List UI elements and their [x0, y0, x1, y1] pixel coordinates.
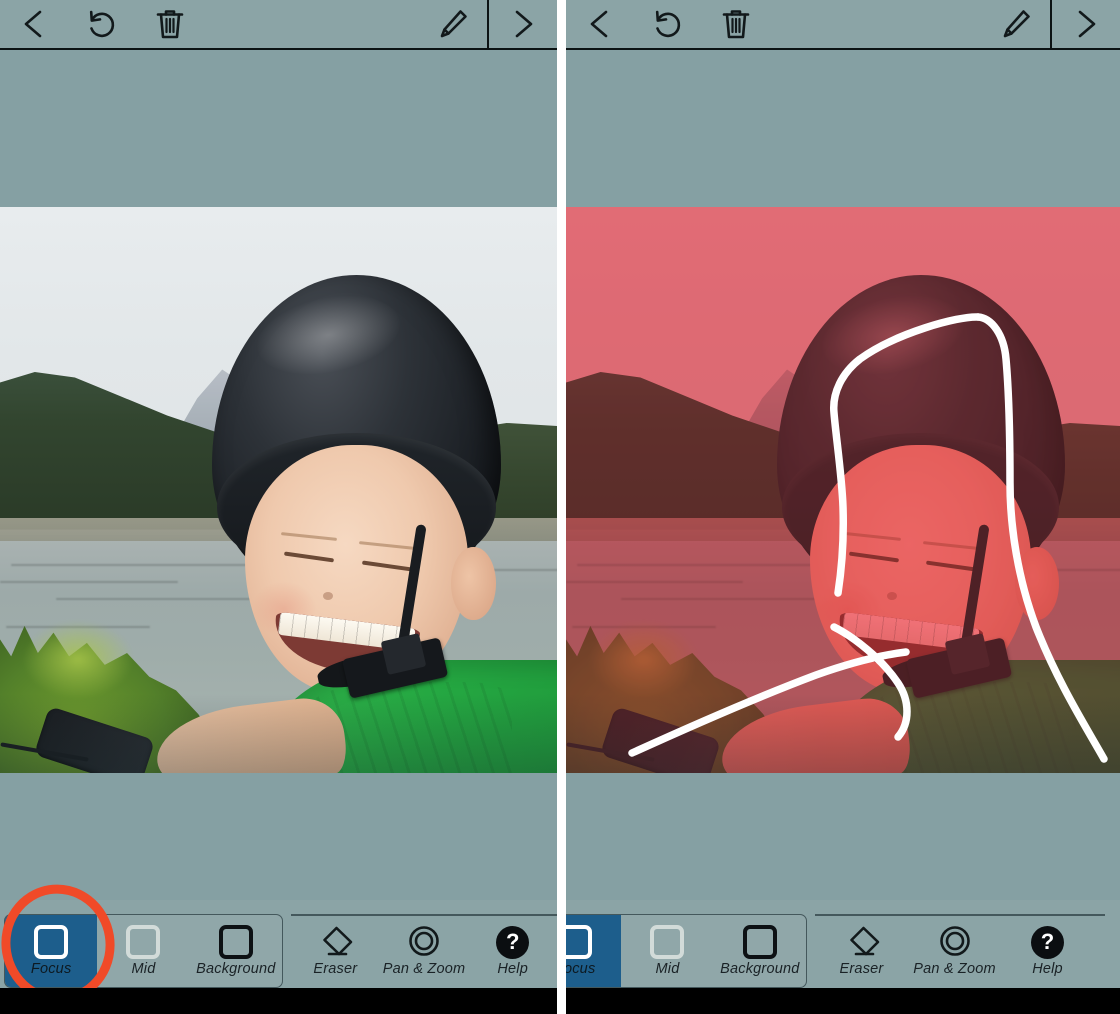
- mid-square-icon: [126, 925, 161, 960]
- photo-image: [566, 207, 1120, 773]
- top-toolbar-right-group: [419, 0, 557, 48]
- tool-focus[interactable]: Focus: [566, 915, 622, 987]
- tool-background-label: Background: [720, 961, 800, 978]
- focus-square-icon: [34, 925, 69, 960]
- tool-help[interactable]: ? Help: [468, 914, 557, 988]
- tool-mid-label: Mid: [655, 961, 680, 978]
- undo-button[interactable]: [68, 0, 136, 48]
- tool-eraser[interactable]: Eraser: [815, 914, 908, 988]
- tool-pan-zoom-label: Pan & Zoom: [382, 961, 466, 978]
- tool-eraser[interactable]: Eraser: [291, 914, 380, 988]
- trash-icon: [156, 10, 184, 39]
- undo-button[interactable]: [634, 0, 702, 48]
- top-toolbar-left-group: [566, 0, 770, 48]
- panel-after: Focus Mid Background: [566, 0, 1120, 1014]
- tool-background[interactable]: Background: [190, 915, 282, 987]
- tool-background-label: Background: [196, 961, 276, 978]
- focus-square-icon: [566, 925, 593, 960]
- tool-focus[interactable]: Focus: [5, 915, 98, 987]
- help-glyph: ?: [505, 929, 520, 955]
- tool-focus-label: Focus: [30, 961, 72, 978]
- trash-icon: [722, 10, 750, 39]
- tool-help[interactable]: ? Help: [1001, 914, 1094, 988]
- next-button[interactable]: [1052, 0, 1120, 48]
- bottom-toolbar-left: Focus Mid Background Eraser Pan & Zoom ?…: [0, 884, 557, 1014]
- tool-focus-label: Focus: [566, 961, 596, 978]
- tool-pan-zoom-label: Pan & Zoom: [913, 961, 996, 978]
- tool-background[interactable]: Background: [714, 915, 806, 987]
- panel-divider: [557, 0, 566, 1014]
- mask-tool-group: Focus Mid Background: [566, 914, 807, 988]
- pencil-icon: [1003, 10, 1030, 38]
- app-root: Focus Mid Background Eraser Pan & Zoom ?…: [0, 0, 1120, 1014]
- edit-button[interactable]: [419, 0, 487, 48]
- tool-mid[interactable]: Mid: [97, 915, 189, 987]
- chevron-right-icon: [515, 10, 533, 38]
- tool-eraser-label: Eraser: [839, 961, 884, 978]
- tool-pan-zoom[interactable]: Pan & Zoom: [908, 914, 1001, 988]
- chevron-left-icon: [24, 10, 42, 38]
- utility-tool-group: Eraser Pan & Zoom ? Help: [291, 914, 557, 988]
- panel-before: Focus Mid Background Eraser Pan & Zoom ?…: [0, 0, 557, 1014]
- help-icon: ?: [1031, 925, 1064, 959]
- eraser-icon: [323, 926, 353, 956]
- top-toolbar-left: [0, 0, 557, 50]
- undo-icon: [89, 10, 115, 38]
- utility-tool-group: Eraser Pan & Zoom ? Help: [815, 914, 1105, 988]
- pencil-icon: [440, 10, 467, 38]
- mask-tool-group: Focus Mid Background: [4, 914, 283, 988]
- edit-button[interactable]: [982, 0, 1050, 48]
- mid-square-icon: [650, 925, 685, 960]
- photo-canvas-after[interactable]: [566, 207, 1120, 773]
- tool-eraser-label: Eraser: [313, 961, 358, 978]
- eraser-icon: [849, 926, 879, 956]
- top-toolbar-right: [566, 0, 1120, 50]
- bottom-toolbar-right: Focus Mid Background: [566, 900, 1120, 1014]
- background-square-icon: [218, 925, 253, 960]
- delete-button[interactable]: [136, 0, 204, 48]
- help-icon: ?: [496, 925, 530, 959]
- back-button[interactable]: [0, 0, 68, 48]
- top-toolbar-left-group: [0, 0, 204, 48]
- next-button[interactable]: [489, 0, 557, 48]
- photo-canvas-before[interactable]: [0, 207, 557, 773]
- tool-mid[interactable]: Mid: [621, 915, 713, 987]
- tool-help-label: Help: [497, 960, 528, 977]
- chevron-right-icon: [1078, 10, 1096, 38]
- delete-button[interactable]: [702, 0, 770, 48]
- tool-pan-zoom[interactable]: Pan & Zoom: [380, 914, 469, 988]
- chevron-left-icon: [590, 10, 608, 38]
- top-toolbar-right-group: [982, 0, 1120, 48]
- tool-mid-label: Mid: [131, 961, 156, 978]
- undo-icon: [655, 10, 681, 38]
- pan-zoom-icon: [939, 926, 970, 957]
- help-glyph: ?: [1040, 929, 1055, 955]
- back-button[interactable]: [566, 0, 634, 48]
- pan-zoom-icon: [409, 926, 439, 957]
- photo-image: [0, 207, 557, 773]
- background-square-icon: [742, 925, 777, 960]
- tool-help-label: Help: [1032, 960, 1063, 977]
